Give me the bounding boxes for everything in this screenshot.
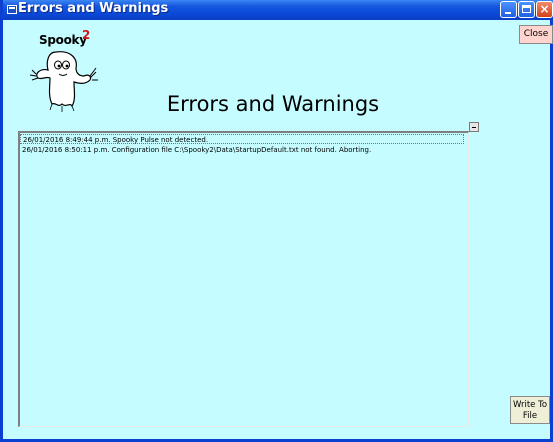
ghost-icon [29,51,98,112]
window-menu-icon[interactable] [7,5,17,14]
log-entry[interactable]: 26/01/2016 8:49:44 p.m. Spooky Pulse not… [20,134,464,144]
log-entry[interactable]: 26/01/2016 8:50:11 p.m. Configuration fi… [22,145,371,155]
window-close-button[interactable]: × [536,1,553,18]
page-heading: Errors and Warnings [166,92,380,116]
close-button[interactable]: Close [519,25,553,44]
spooky2-logo: Spooky 2 [26,28,106,116]
write-button-label-line2: File [522,411,538,421]
maximize-button[interactable] [518,1,535,18]
errors-window: Errors and Warnings × Spooky 2 Errors an… [0,0,553,442]
log-list[interactable]: 26/01/2016 8:49:44 p.m. Spooky Pulse not… [18,131,469,427]
minimize-button[interactable] [500,1,517,18]
collapse-button[interactable] [469,122,479,132]
write-to-file-button[interactable]: Write To File [510,396,550,424]
window-title: Errors and Warnings [18,1,169,16]
title-bar[interactable]: Errors and Warnings × [3,0,553,20]
write-button-label-line1: Write To [512,400,548,410]
